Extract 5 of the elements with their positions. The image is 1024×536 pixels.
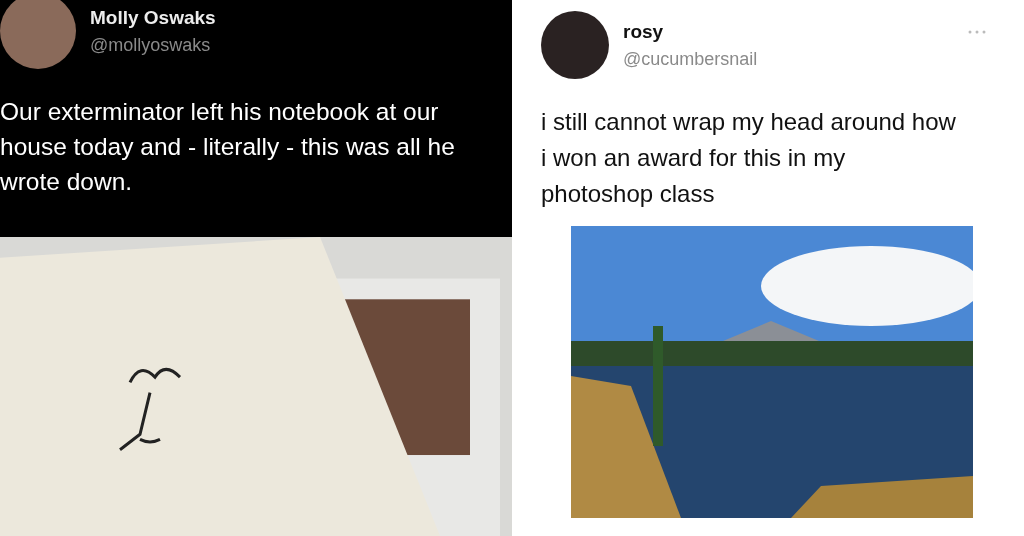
user-name[interactable]: Molly Oswaks bbox=[90, 6, 216, 29]
tweet-text: Our exterminator left his notebook at our house today and - literally - this was all he wrote down. bbox=[0, 97, 456, 197]
user-handle[interactable]: @mollyoswaks bbox=[90, 34, 216, 56]
user-name[interactable]: rosy bbox=[623, 20, 758, 43]
tweet-text: i still cannot wrap my head around how i won an award for this in my photoshop class bbox=[541, 107, 957, 209]
